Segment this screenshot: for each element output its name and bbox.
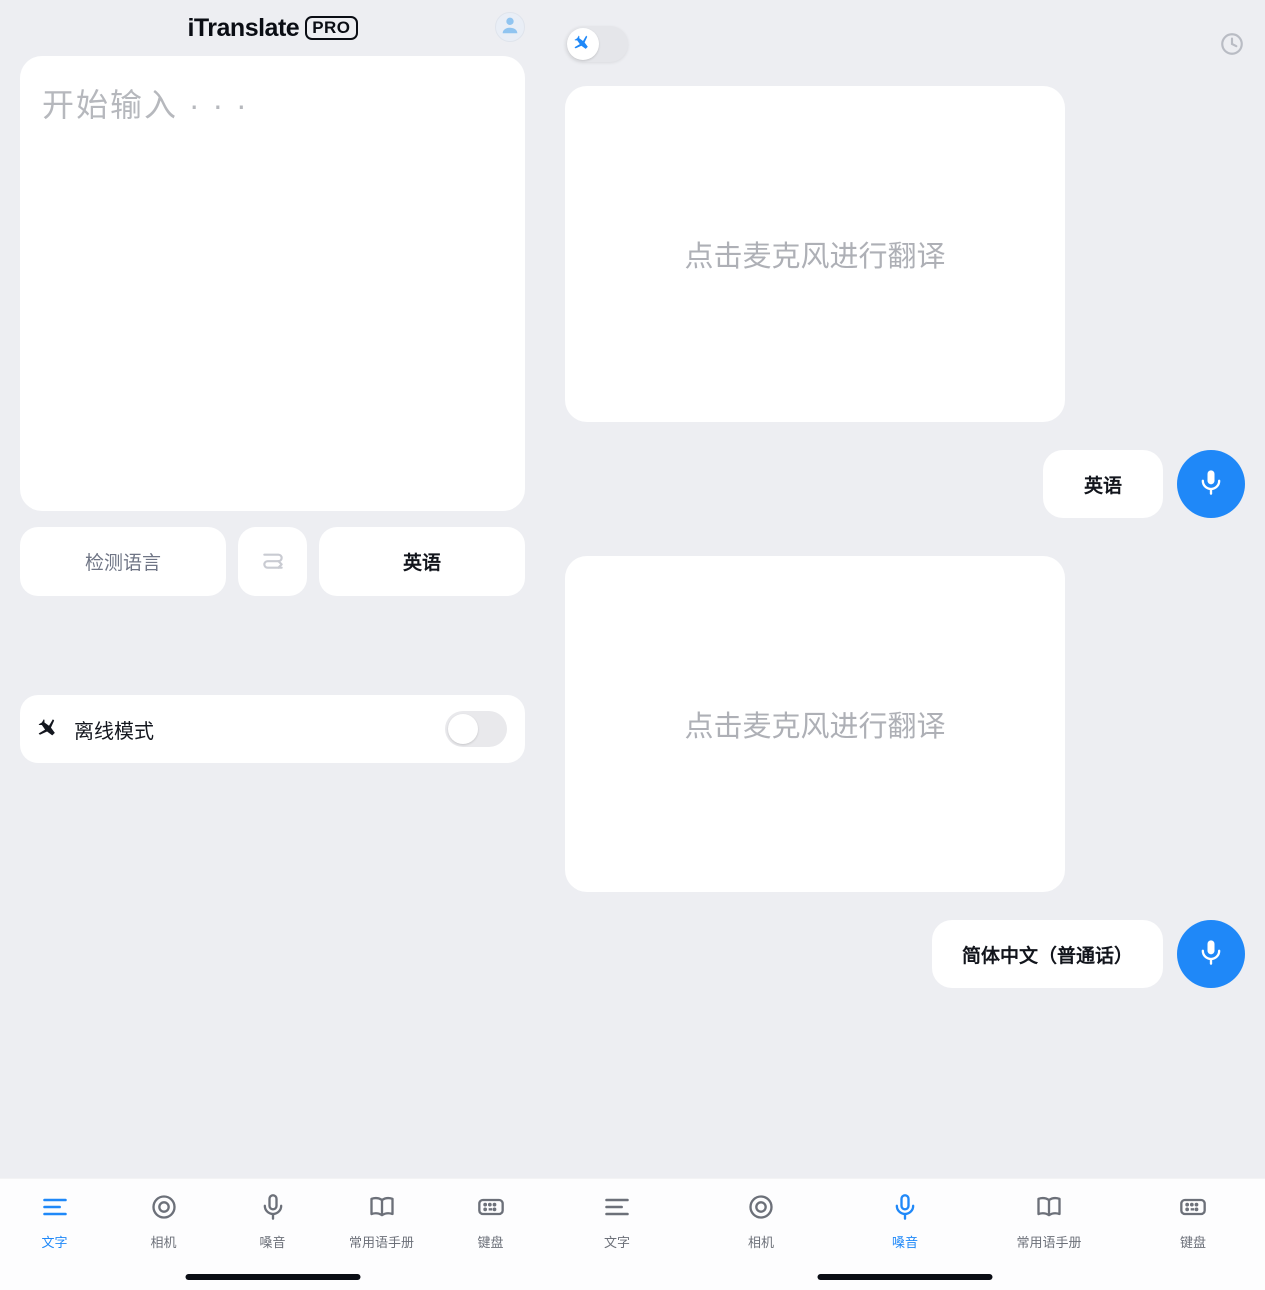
language-row: 检测语言 英语 xyxy=(20,527,525,596)
tab-phrasebook[interactable]: 常用语手册 xyxy=(977,1179,1121,1290)
tab-text[interactable]: 文字 xyxy=(545,1179,689,1290)
tab-label: 嗓音 xyxy=(892,1232,918,1251)
toggle-knob xyxy=(567,28,599,60)
target-language-label: 英语 xyxy=(403,548,441,575)
pro-badge: PRO xyxy=(305,16,357,40)
voice-top-bar xyxy=(565,24,1245,64)
source-language-button[interactable]: 检测语言 xyxy=(20,527,226,596)
camera-lens-icon xyxy=(150,1193,178,1226)
tab-label: 文字 xyxy=(604,1232,630,1251)
tab-label: 键盘 xyxy=(1180,1232,1206,1251)
swap-icon xyxy=(260,546,286,578)
tab-label: 相机 xyxy=(150,1232,176,1251)
app-brand: iTranslate PRO xyxy=(187,14,357,43)
mic-button-top[interactable] xyxy=(1177,450,1245,518)
tab-keyboard[interactable]: 键盘 xyxy=(1121,1179,1265,1290)
voice-lang-row-top: 英语 xyxy=(1043,450,1245,518)
airplane-icon xyxy=(38,716,60,743)
history-button[interactable] xyxy=(1219,31,1245,57)
tab-label: 键盘 xyxy=(477,1232,503,1251)
account-avatar[interactable] xyxy=(495,12,525,42)
airplane-mode-toggle[interactable] xyxy=(565,26,628,62)
voice-prompt-top: 点击麦克风进行翻译 xyxy=(684,233,945,275)
tab-label: 文字 xyxy=(41,1232,67,1251)
microphone-icon xyxy=(1197,938,1225,971)
avatar-icon xyxy=(499,14,521,41)
text-lines-icon xyxy=(603,1193,631,1226)
mic-button-bottom[interactable] xyxy=(1177,920,1245,988)
text-lines-icon xyxy=(41,1193,69,1226)
text-input-card[interactable]: 开始输入 · · · xyxy=(20,56,525,511)
input-placeholder: 开始输入 · · · xyxy=(42,80,503,126)
tab-label: 嗓音 xyxy=(259,1232,285,1251)
offline-mode-toggle[interactable] xyxy=(445,711,507,747)
home-indicator[interactable] xyxy=(818,1274,993,1280)
tab-label: 常用语手册 xyxy=(1016,1232,1081,1251)
screen-voice-mode: 点击麦克风进行翻译 英语 点击麦克风进行翻译 简体中文（普通话） 文字 xyxy=(545,0,1265,1290)
book-icon xyxy=(1035,1193,1063,1226)
screen-text-mode: iTranslate PRO 开始输入 · · · 检测语言 英语 xyxy=(0,0,545,1290)
voice-language-bottom-button[interactable]: 简体中文（普通话） xyxy=(932,920,1163,988)
book-icon xyxy=(368,1193,396,1226)
microphone-icon xyxy=(1197,468,1225,501)
camera-lens-icon xyxy=(747,1193,775,1226)
offline-mode-row: 离线模式 xyxy=(20,695,525,763)
history-icon xyxy=(1219,44,1245,61)
tab-label: 常用语手册 xyxy=(349,1232,414,1251)
brand-name: iTranslate xyxy=(187,14,299,43)
airplane-icon xyxy=(574,33,592,56)
tab-keyboard[interactable]: 键盘 xyxy=(436,1179,545,1290)
header: iTranslate PRO xyxy=(0,0,545,56)
microphone-icon xyxy=(259,1193,287,1226)
source-language-label: 检测语言 xyxy=(85,548,161,575)
swap-languages-button[interactable] xyxy=(238,527,307,596)
voice-lang-row-bottom: 简体中文（普通话） xyxy=(932,920,1245,988)
tab-camera[interactable]: 相机 xyxy=(689,1179,833,1290)
tab-label: 相机 xyxy=(748,1232,774,1251)
offline-mode-label: 离线模式 xyxy=(74,715,431,744)
keyboard-icon xyxy=(477,1193,505,1226)
voice-card-top[interactable]: 点击麦克风进行翻译 xyxy=(565,86,1065,422)
voice-language-top-button[interactable]: 英语 xyxy=(1043,450,1163,518)
voice-language-top-label: 英语 xyxy=(1084,471,1122,498)
tab-bar: 文字 相机 嗓音 常用语手册 键盘 xyxy=(0,1178,545,1290)
home-indicator[interactable] xyxy=(185,1274,360,1280)
voice-card-bottom[interactable]: 点击麦克风进行翻译 xyxy=(565,556,1065,892)
target-language-button[interactable]: 英语 xyxy=(319,527,525,596)
voice-prompt-bottom: 点击麦克风进行翻译 xyxy=(684,703,945,745)
tab-text[interactable]: 文字 xyxy=(0,1179,109,1290)
microphone-icon xyxy=(891,1193,919,1226)
tab-bar: 文字 相机 嗓音 常用语手册 键盘 xyxy=(545,1178,1265,1290)
voice-language-bottom-label: 简体中文（普通话） xyxy=(962,941,1133,968)
keyboard-icon xyxy=(1179,1193,1207,1226)
